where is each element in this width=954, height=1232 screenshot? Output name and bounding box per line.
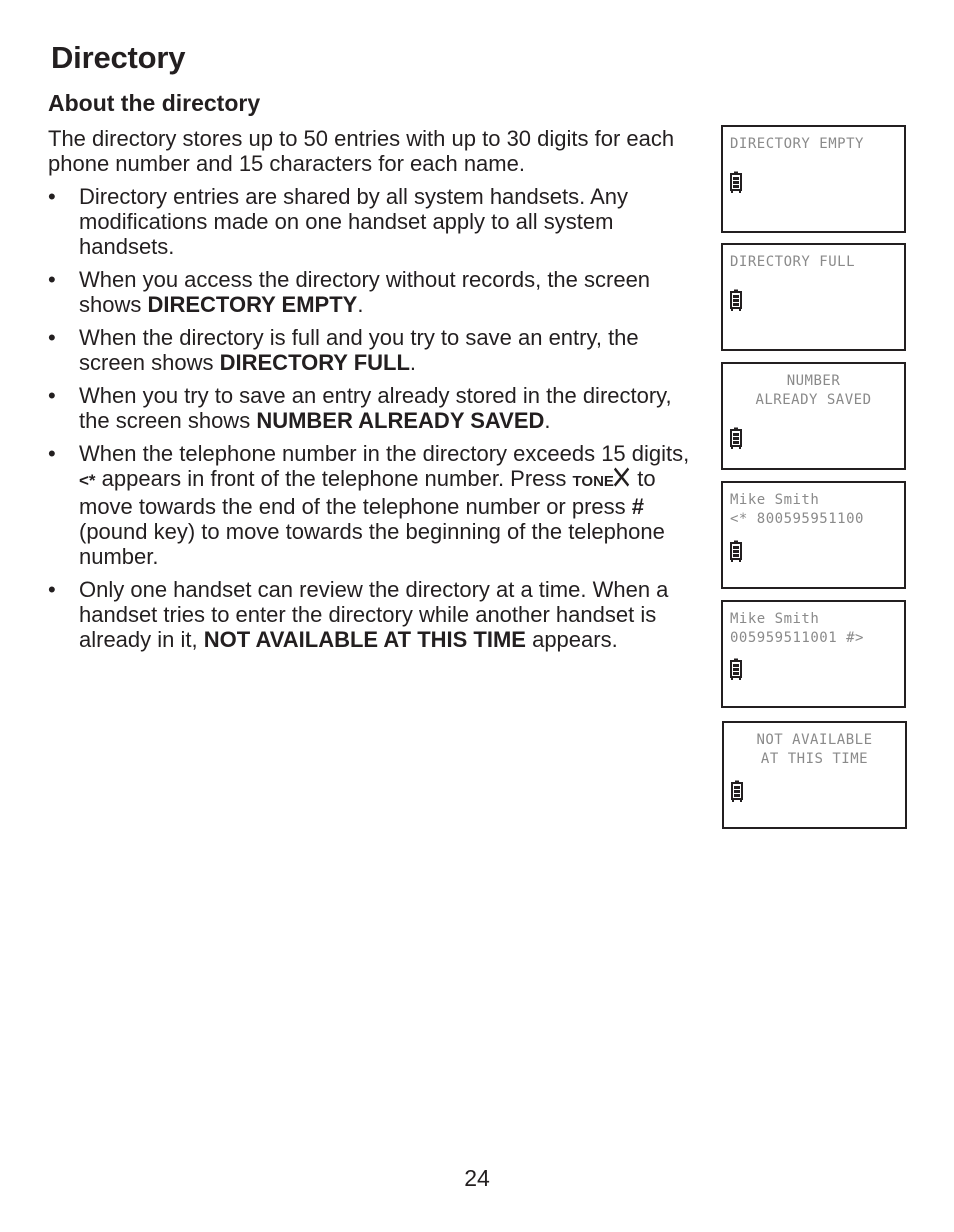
bullet-icon: • [48, 577, 56, 602]
page-number: 24 [464, 1165, 490, 1191]
bullet-item: • When you access the directory without … [48, 267, 708, 317]
intro-paragraph: The directory stores up to 50 entries wi… [48, 126, 675, 176]
bullet-text: Directory entries are shared by all syst… [79, 184, 629, 259]
lcd-line: <* 800595951100 [730, 511, 864, 527]
star-key-label: <* [79, 471, 96, 490]
tone-key-label: TONE [572, 473, 614, 490]
lcd-text: NOT AVAILABLE AT THIS TIME [724, 731, 905, 769]
lcd-line: ALREADY SAVED [755, 392, 872, 408]
lcd-text: DIRECTORY FULL [730, 253, 899, 272]
bullet-text-end: . [544, 408, 551, 433]
tone-key-icon: ⨉ [613, 465, 630, 492]
battery-icon [730, 427, 742, 449]
bullet-icon: • [48, 383, 56, 408]
bullet-list: • Directory entries are shared by all sy… [48, 184, 708, 652]
bullet-item: • When the telephone number in the direc… [48, 441, 708, 569]
pound-key-label: # [631, 494, 645, 519]
lcd-line: NUMBER [786, 373, 841, 389]
bullet-icon: • [48, 267, 56, 292]
bullet-emphasis: NUMBER ALREADY SAVED [256, 408, 545, 433]
bullet-text-end: . [357, 292, 364, 317]
bullet-text-end: (pound key) to move towards the beginnin… [79, 519, 665, 569]
lcd-screen-not-available: NOT AVAILABLE AT THIS TIME [722, 721, 907, 829]
lcd-screen-directory-full: DIRECTORY FULL [721, 243, 906, 351]
lcd-screen-directory-empty: DIRECTORY EMPTY [721, 125, 906, 233]
battery-icon [730, 540, 742, 562]
content-body: The directory stores up to 50 entries wi… [48, 126, 708, 660]
lcd-line: DIRECTORY FULL [730, 254, 856, 270]
lcd-line: NOT AVAILABLE [756, 732, 873, 748]
lcd-text: Mike Smith <* 800595951100 [730, 491, 899, 529]
lcd-text: NUMBER ALREADY SAVED [723, 372, 904, 410]
battery-icon [730, 289, 742, 311]
lcd-text: DIRECTORY EMPTY [730, 135, 899, 154]
lcd-text: Mike Smith 005959511001 #> [730, 610, 899, 648]
lcd-screen-entry-scroll-start: Mike Smith <* 800595951100 [721, 481, 906, 589]
bullet-icon: • [48, 184, 56, 209]
lcd-line: Mike Smith [730, 492, 820, 508]
bullet-icon: • [48, 325, 56, 350]
page-title: Directory [51, 40, 186, 75]
lcd-screen-number-already-saved: NUMBER ALREADY SAVED [721, 362, 906, 470]
bullet-emphasis: DIRECTORY FULL [219, 350, 410, 375]
section-title: About the directory [48, 90, 261, 116]
bullet-item: • Only one handset can review the direct… [48, 577, 708, 652]
lcd-line: 005959511001 #> [730, 630, 864, 646]
battery-icon [730, 171, 742, 193]
lcd-line: DIRECTORY EMPTY [730, 136, 864, 152]
bullet-text-end: appears. [525, 627, 618, 652]
bullet-emphasis: NOT AVAILABLE AT THIS TIME [203, 627, 526, 652]
lcd-line: AT THIS TIME [760, 751, 869, 767]
bullet-item: • When the directory is full and you try… [48, 325, 708, 375]
lcd-screen-entry-scroll-end: Mike Smith 005959511001 #> [721, 600, 906, 708]
bullet-item: • When you try to save an entry already … [48, 383, 708, 433]
bullet-text: When the telephone number in the directo… [79, 441, 690, 466]
bullet-text-end: . [409, 350, 417, 375]
bullet-item: • Directory entries are shared by all sy… [48, 184, 708, 259]
battery-icon [730, 658, 742, 680]
bullet-emphasis: DIRECTORY EMPTY [147, 292, 358, 317]
lcd-line: Mike Smith [730, 611, 820, 627]
bullet-icon: • [48, 441, 56, 466]
bullet-text: appears in front of the telephone number… [95, 466, 573, 491]
battery-icon [731, 780, 743, 802]
